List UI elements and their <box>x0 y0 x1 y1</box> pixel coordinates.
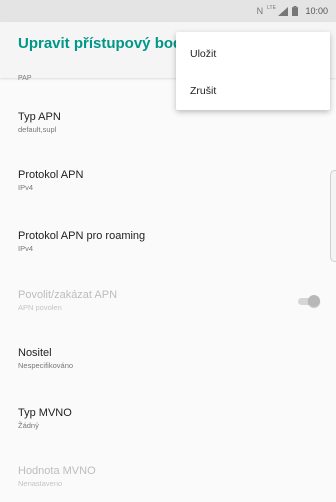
pref-apn-type[interactable]: Typ APN default,supl <box>18 110 288 135</box>
apn-edit-screen: N LTE 10:00 Upravit přístupový bod PAP T… <box>0 0 336 502</box>
cut-off-summary: PAP <box>18 75 32 82</box>
status-bar: N LTE 10:00 <box>0 0 336 22</box>
apn-enable-toggle <box>296 294 322 308</box>
nfc-icon: N <box>256 5 264 16</box>
pref-summary: Nenastaveno <box>18 479 63 488</box>
scroll-edge-indicator <box>330 170 336 262</box>
cell-signal-icon <box>278 6 289 16</box>
pref-title: Typ MVNO <box>18 407 72 419</box>
pref-mvno-value: Hodnota MVNO Nenastaveno <box>18 464 288 489</box>
overflow-menu: Uložit Zrušit <box>176 32 330 110</box>
lte-signal-icon: LTE <box>267 5 289 16</box>
pref-summary: Nespecifikováno <box>18 361 74 370</box>
pref-summary: IPv4 <box>18 183 34 192</box>
pref-title: Nositel <box>18 347 52 359</box>
battery-icon <box>292 6 299 16</box>
pref-title: Hodnota MVNO <box>18 465 96 477</box>
status-time: 10:00 <box>305 6 328 16</box>
pref-bearer[interactable]: Nositel Nespecifikováno <box>18 346 288 371</box>
toggle-thumb <box>308 295 320 307</box>
pref-apn-protocol[interactable]: Protokol APN IPv4 <box>18 168 288 193</box>
pref-summary: APN povolen <box>18 303 62 312</box>
pref-title: Typ APN <box>18 111 61 123</box>
pref-apn-roaming-protocol[interactable]: Protokol APN pro roaming IPv4 <box>18 229 288 254</box>
page-title: Upravit přístupový bod <box>18 35 183 52</box>
pref-summary: Žádný <box>18 421 39 430</box>
menu-item-save[interactable]: Uložit <box>190 48 216 60</box>
pref-summary: IPv4 <box>18 244 34 253</box>
pref-title: Protokol APN pro roaming <box>18 230 146 242</box>
pref-summary: default,supl <box>18 125 57 134</box>
pref-mvno-type[interactable]: Typ MVNO Žádný <box>18 406 288 431</box>
pref-apn-enable: Povolit/zakázat APN APN povolen <box>18 288 288 313</box>
pref-title: Protokol APN <box>18 169 84 181</box>
menu-item-cancel[interactable]: Zrušit <box>190 85 216 97</box>
signal-label: LTE <box>267 5 276 12</box>
pref-title: Povolit/zakázat APN <box>18 289 118 301</box>
